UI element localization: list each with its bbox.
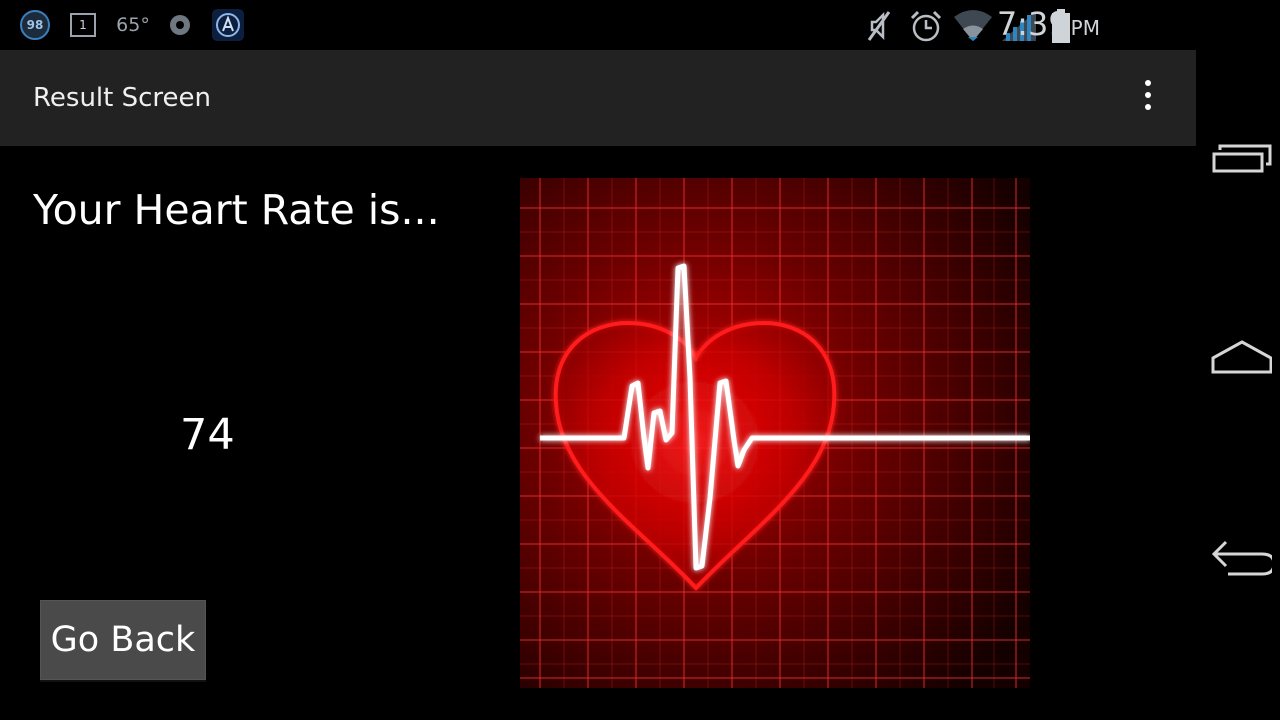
clock-time: 7:39 <box>996 5 1069 43</box>
alarm-icon <box>908 6 944 46</box>
mute-icon <box>864 6 894 46</box>
weather-icon: 65° <box>116 10 150 40</box>
wifi-icon <box>952 6 994 46</box>
heart-ekg-image <box>520 178 1030 688</box>
battery-badge-icon: 98 <box>20 10 50 40</box>
action-bar: Result Screen <box>0 50 1196 146</box>
back-icon[interactable] <box>1206 528 1276 588</box>
temperature-text: 65° <box>116 14 150 36</box>
app-icon <box>212 9 244 41</box>
go-back-button[interactable]: Go Back <box>40 600 206 680</box>
overflow-menu-icon[interactable] <box>1136 80 1160 120</box>
sync-icon <box>168 10 192 40</box>
status-bar: 98 1 65° 7:39 PM <box>0 0 1196 50</box>
clock: 7:39 PM <box>997 5 1100 43</box>
calendar-day-text: 1 <box>79 18 87 32</box>
home-icon[interactable] <box>1206 328 1273 388</box>
navigation-bar <box>1196 0 1280 720</box>
heart-rate-heading: Your Heart Rate is... <box>33 186 440 234</box>
heart-rate-value: 74 <box>180 410 235 460</box>
battery-badge-text: 98 <box>26 18 44 32</box>
screen-title: Result Screen <box>33 83 211 113</box>
recent-apps-icon[interactable] <box>1206 128 1272 188</box>
clock-ampm: PM <box>1070 16 1100 40</box>
calendar-icon: 1 <box>70 13 96 37</box>
